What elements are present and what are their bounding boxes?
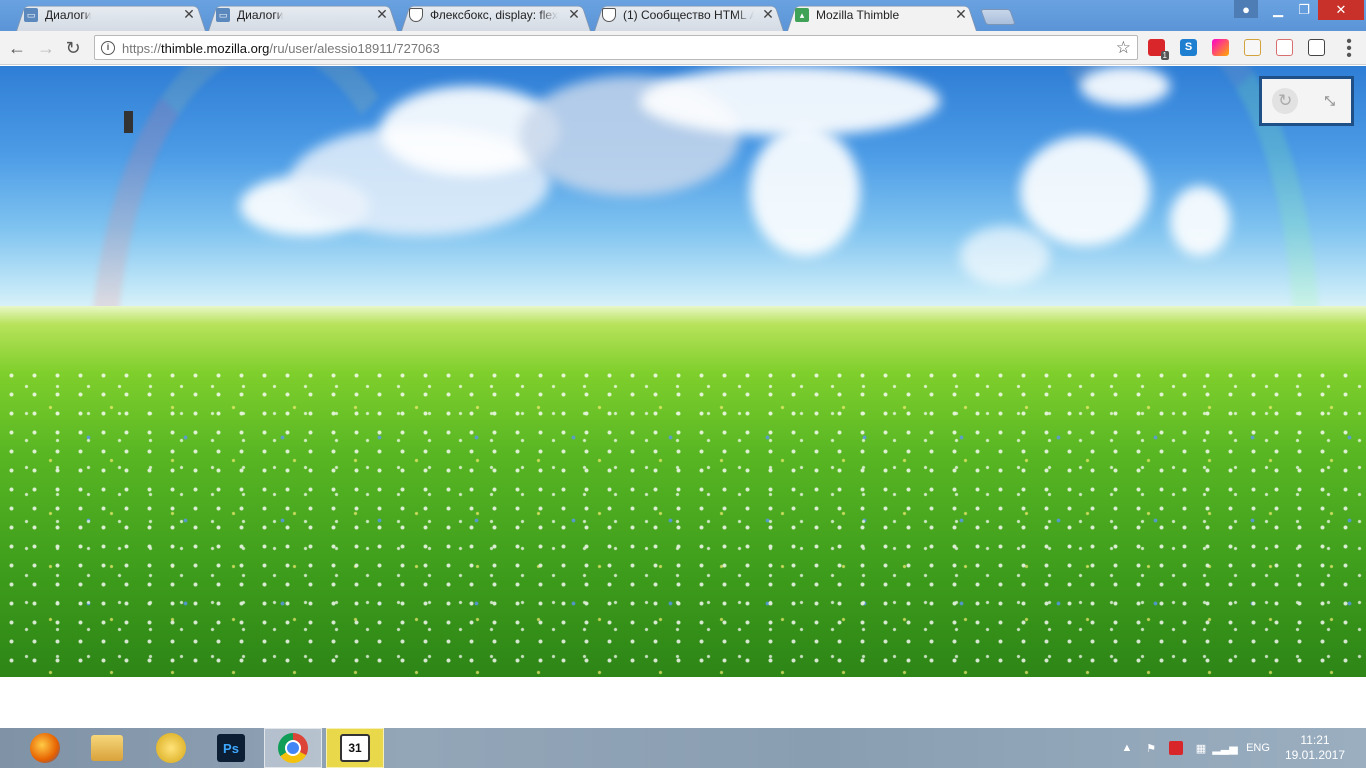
extension-badge: 1 bbox=[1160, 51, 1169, 60]
notes-extension-icon[interactable] bbox=[1276, 39, 1293, 56]
clock[interactable]: 11:21 19.01.2017 bbox=[1284, 733, 1346, 763]
cloud bbox=[1170, 186, 1230, 256]
tab-title: Диалоги bbox=[45, 8, 92, 22]
close-tab-icon[interactable]: ✕ bbox=[182, 7, 196, 21]
tab-title: Mozilla Thimble bbox=[816, 8, 900, 22]
file-explorer-icon bbox=[91, 735, 123, 761]
bookmark-star-icon[interactable]: ☆ bbox=[1116, 38, 1131, 58]
show-hidden-icons-chevron-icon[interactable]: ▲ bbox=[1120, 740, 1134, 756]
tab-strip: ▭ Диалоги ✕ ▭ Диалоги ✕ Флексбокс, displ… bbox=[0, 0, 1366, 31]
close-tab-icon[interactable]: ✕ bbox=[761, 7, 775, 21]
adblock-extension-icon[interactable]: 1 bbox=[1148, 39, 1169, 60]
url-scheme: https:// bbox=[122, 41, 162, 56]
tab-dialogs-1[interactable]: ▭ Диалоги bbox=[24, 6, 174, 24]
cloud bbox=[1020, 136, 1150, 246]
sun-app-icon bbox=[156, 733, 186, 763]
close-tab-icon[interactable]: ✕ bbox=[567, 7, 581, 21]
reload-icon[interactable]: ↻ bbox=[62, 37, 84, 59]
collapse-fullscreen-icon[interactable]: ⤡ bbox=[1319, 90, 1341, 112]
calendar-app-icon: 31 bbox=[340, 734, 370, 762]
close-tab-icon[interactable]: ✕ bbox=[954, 7, 968, 21]
tab-thimble[interactable]: ▴ Mozilla Thimble bbox=[795, 6, 945, 24]
thimble-icon: ▴ bbox=[795, 8, 809, 22]
tab-title: (1) Сообщество HTML А bbox=[623, 8, 754, 22]
clock-time: 11:21 bbox=[1300, 733, 1330, 747]
page-content: ↻ ⤡ bbox=[0, 66, 1366, 728]
action-center-flag-icon[interactable]: ⚑ bbox=[1143, 740, 1159, 756]
taskbar-chrome[interactable] bbox=[264, 728, 322, 768]
language-indicator[interactable]: ENG bbox=[1243, 740, 1273, 756]
skype-extension-icon[interactable]: S bbox=[1180, 39, 1197, 56]
url-text[interactable]: https://thimble.mozilla.org/ru/user/ales… bbox=[122, 41, 440, 56]
tab-community[interactable]: (1) Сообщество HTML А bbox=[602, 6, 754, 24]
browser-toolbar: ← → ↻ i https://thimble.mozilla.org/ru/u… bbox=[0, 31, 1366, 65]
wildflowers bbox=[0, 366, 1366, 677]
photoshop-icon: Ps bbox=[217, 734, 245, 762]
eyedropper-extension-icon[interactable] bbox=[1308, 39, 1325, 56]
taskbar-firefox[interactable] bbox=[16, 728, 74, 768]
signal-strength-icon[interactable]: ▂▃▅ bbox=[1212, 740, 1237, 756]
vk-icon: ▭ bbox=[24, 8, 38, 22]
menu-kebab-icon[interactable]: • • • bbox=[1342, 34, 1356, 64]
minimize-icon[interactable]: ▁ bbox=[1265, 0, 1291, 20]
tab-dialogs-2[interactable]: ▭ Диалоги bbox=[216, 6, 366, 24]
adblock-tray-icon[interactable] bbox=[1168, 740, 1184, 756]
back-arrow-icon[interactable]: ← bbox=[6, 37, 28, 59]
address-bar[interactable]: i https://thimble.mozilla.org/ru/user/al… bbox=[94, 35, 1138, 60]
refresh-preview-icon[interactable]: ↻ bbox=[1272, 88, 1299, 114]
network-adapter-icon[interactable]: ▦ bbox=[1192, 740, 1210, 756]
taskbar-calendar-app[interactable]: 31 bbox=[326, 728, 384, 768]
cloud bbox=[750, 126, 860, 256]
cloud bbox=[640, 66, 940, 136]
cloud bbox=[960, 226, 1050, 286]
text-cursor bbox=[124, 111, 133, 133]
landscape-preview-image bbox=[0, 66, 1366, 677]
url-path: /ru/user/alessio18911/727063 bbox=[269, 41, 440, 56]
cloud bbox=[1080, 66, 1170, 106]
chrome-icon bbox=[278, 733, 308, 763]
shield-icon bbox=[409, 8, 423, 22]
windows-taskbar: Ps 31 ▲ ⚑ ▦ ▂▃▅ ENG 11:21 19.01.2017 bbox=[0, 728, 1366, 768]
restore-icon[interactable]: ❐ bbox=[1291, 0, 1317, 20]
color-picker-extension-icon[interactable] bbox=[1212, 39, 1229, 56]
preview-controls: ↻ ⤡ bbox=[1259, 76, 1354, 126]
window-close-icon[interactable]: ✕ bbox=[1318, 0, 1364, 20]
info-icon[interactable]: i bbox=[101, 41, 115, 55]
forward-arrow-icon[interactable]: → bbox=[35, 37, 57, 59]
tool-extension-icon[interactable] bbox=[1244, 39, 1261, 56]
new-tab-button[interactable] bbox=[980, 9, 1016, 25]
vk-icon: ▭ bbox=[216, 8, 230, 22]
taskbar-photoshop[interactable]: Ps bbox=[202, 728, 260, 768]
taskbar-sun-app[interactable] bbox=[142, 728, 200, 768]
firefox-icon bbox=[30, 733, 60, 763]
shield-icon bbox=[602, 8, 616, 22]
tab-title: Флексбокс, display: flex bbox=[430, 8, 559, 22]
user-profile-icon[interactable]: ● bbox=[1234, 0, 1258, 18]
tab-title: Диалоги bbox=[237, 8, 284, 22]
tab-flexbox[interactable]: Флексбокс, display: flex bbox=[409, 6, 561, 24]
close-tab-icon[interactable]: ✕ bbox=[375, 7, 389, 21]
taskbar-file-explorer[interactable] bbox=[78, 728, 136, 768]
url-host: thimble.mozilla.org bbox=[161, 41, 270, 56]
clock-date: 19.01.2017 bbox=[1284, 748, 1346, 762]
